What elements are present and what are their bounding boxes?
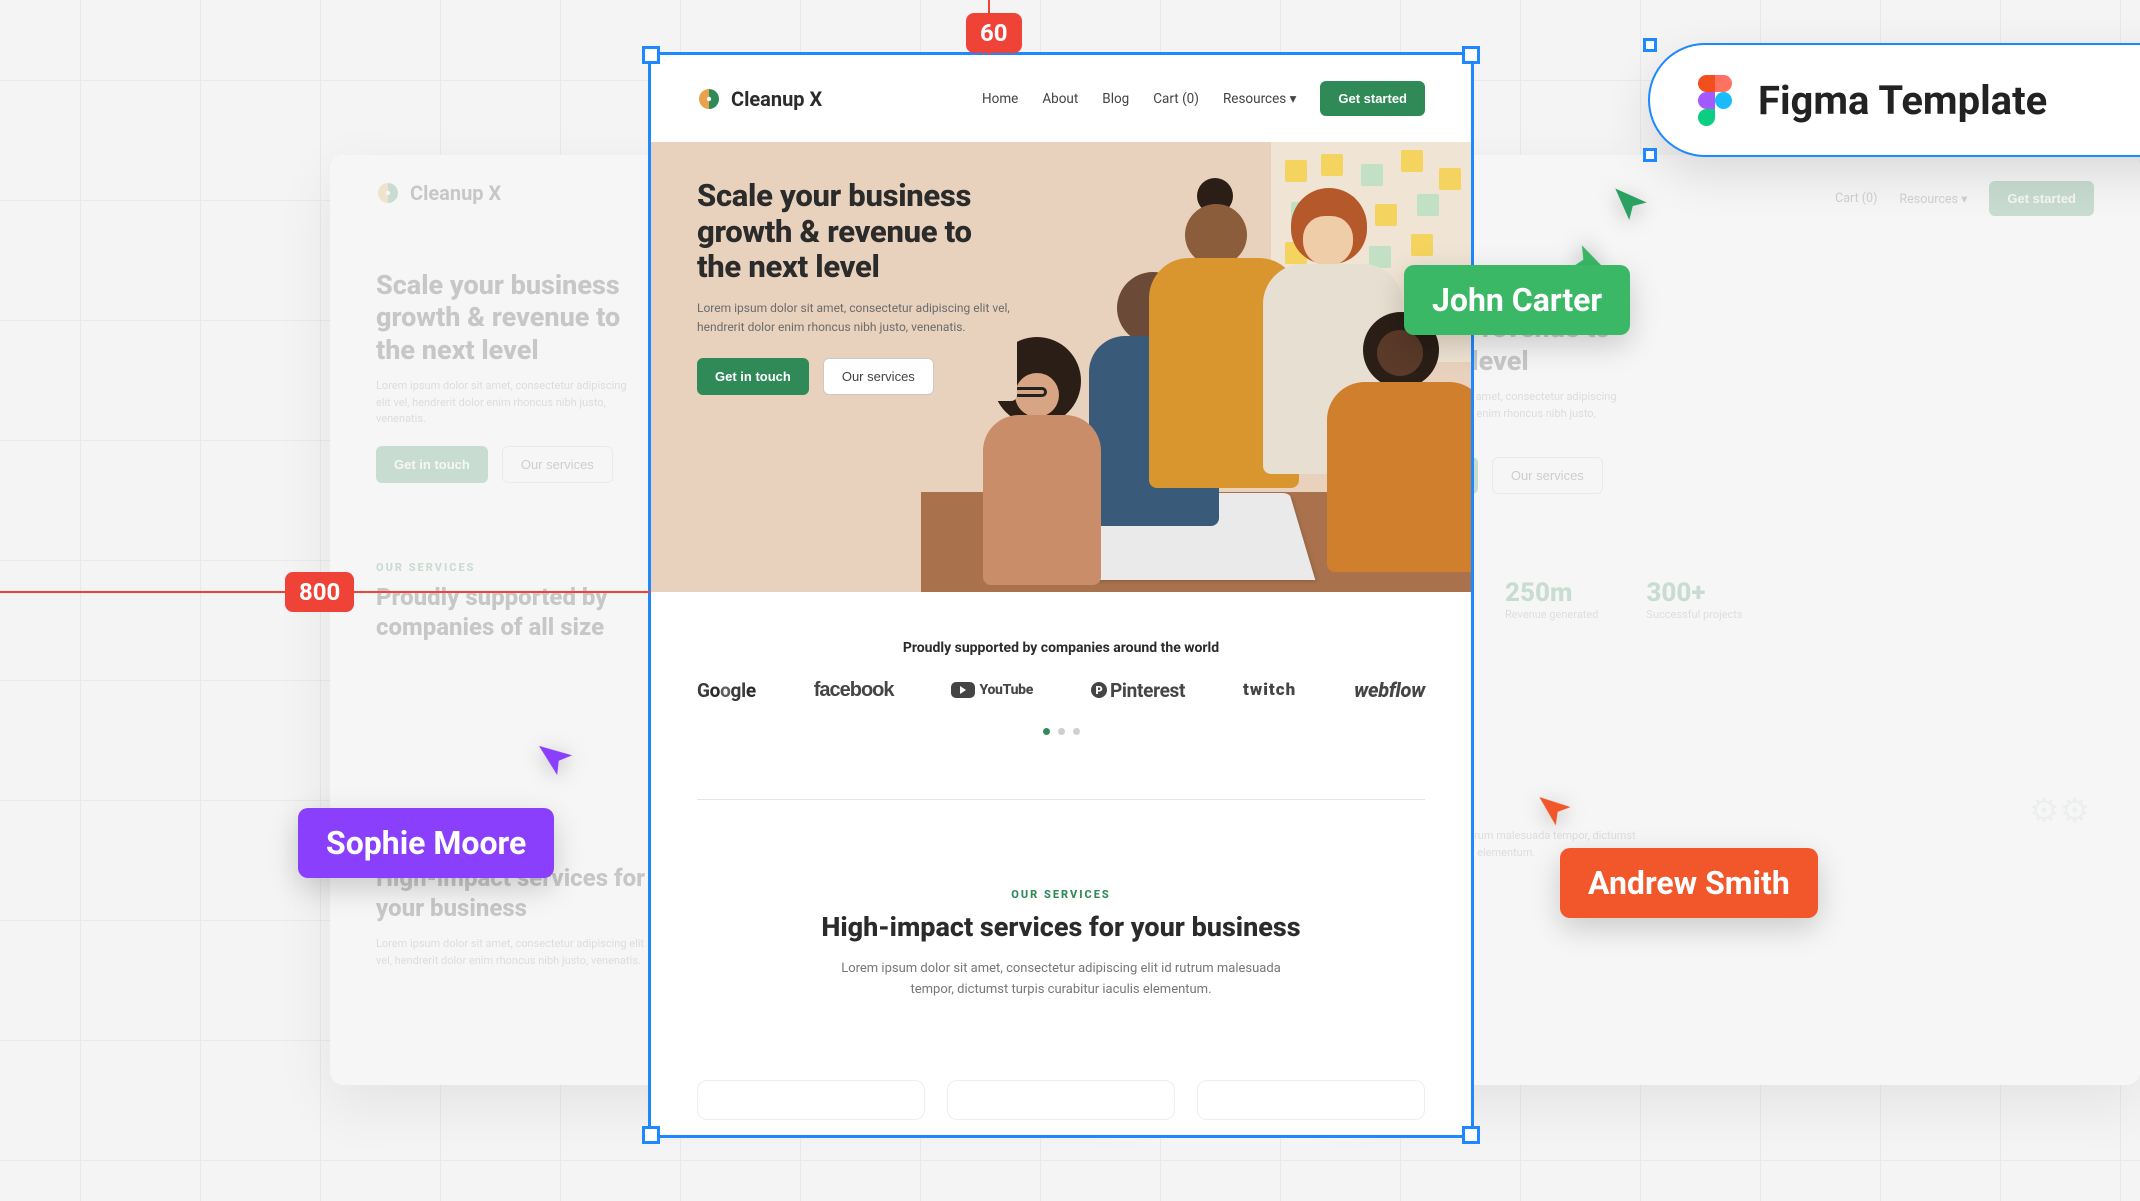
hero-sub-main: Lorem ipsum dolor sit amet, consectetur …	[697, 299, 1011, 336]
card-1[interactable]	[697, 1080, 925, 1120]
resize-handle-tr[interactable]	[1462, 46, 1480, 64]
service-cards	[651, 1080, 1471, 1120]
nav-cta-main[interactable]: Get started	[1320, 81, 1425, 116]
measure-badge-top: 60	[966, 13, 1022, 53]
logo-youtube: YouTube	[951, 682, 1033, 698]
card-2[interactable]	[947, 1080, 1175, 1120]
nav-home-main[interactable]: Home	[982, 91, 1018, 107]
figma-logo-icon	[1698, 75, 1732, 126]
nav-resources-main[interactable]: Resources ▾	[1223, 91, 1296, 107]
hero-secondary-main[interactable]: Our services	[823, 358, 934, 395]
cursor-purple	[533, 737, 580, 784]
resize-handle-tl[interactable]	[642, 46, 660, 64]
hero-section: Scale your business growth & revenue to …	[651, 142, 1471, 592]
resize-handle-br[interactable]	[1462, 1126, 1480, 1144]
figma-template-pill[interactable]: Figma Template	[1650, 45, 2140, 155]
brand-icon	[697, 87, 721, 111]
user-tag-purple: Sophie Moore	[298, 808, 554, 878]
nav-cart-main[interactable]: Cart (0)	[1153, 91, 1199, 107]
pill-handle-tl[interactable]	[1643, 38, 1657, 52]
nav-about-main[interactable]: About	[1042, 91, 1078, 107]
card-3[interactable]	[1197, 1080, 1425, 1120]
site-nav: Cleanup X Home About Blog Cart (0) Resou…	[651, 55, 1471, 142]
cursor-orange	[1534, 790, 1578, 834]
logo-pinterest: PPinterest	[1091, 679, 1185, 702]
selected-frame[interactable]: Cleanup X Home About Blog Cart (0) Resou…	[651, 55, 1471, 1135]
hero-primary-main[interactable]: Get in touch	[697, 358, 809, 395]
services-eyebrow: OUR SERVICES	[731, 888, 1391, 901]
cursor-green-pill	[1610, 185, 1652, 227]
figma-pill-label: Figma Template	[1758, 77, 2047, 124]
logo-google: Google	[697, 679, 756, 702]
brand-text-main: Cleanup X	[731, 87, 822, 111]
logo-twitch: twitch	[1243, 680, 1296, 700]
services-title: High-impact services for your business	[731, 911, 1391, 945]
services-sub: Lorem ipsum dolor sit amet, consectetur …	[826, 959, 1296, 1001]
pill-handle-bl[interactable]	[1643, 148, 1657, 162]
user-tag-orange: Andrew Smith	[1560, 848, 1818, 918]
logos-section: Proudly supported by companies around th…	[651, 592, 1471, 765]
chevron-down-icon: ▾	[1290, 91, 1297, 107]
logo-webflow: webflow	[1354, 678, 1425, 702]
services-section: OUR SERVICES High-impact services for yo…	[651, 800, 1471, 1040]
logos-title: Proudly supported by companies around th…	[697, 640, 1425, 656]
measure-badge-side: 800	[285, 572, 354, 612]
brand-logo-main[interactable]: Cleanup X	[697, 87, 822, 111]
user-tag-green: John Carter	[1404, 265, 1630, 335]
logo-facebook: facebook	[814, 679, 894, 702]
carousel-dots[interactable]	[697, 728, 1425, 735]
resize-handle-bl[interactable]	[642, 1126, 660, 1144]
hero-title-main: Scale your business growth & revenue to …	[697, 178, 1011, 285]
nav-blog-main[interactable]: Blog	[1102, 91, 1129, 107]
